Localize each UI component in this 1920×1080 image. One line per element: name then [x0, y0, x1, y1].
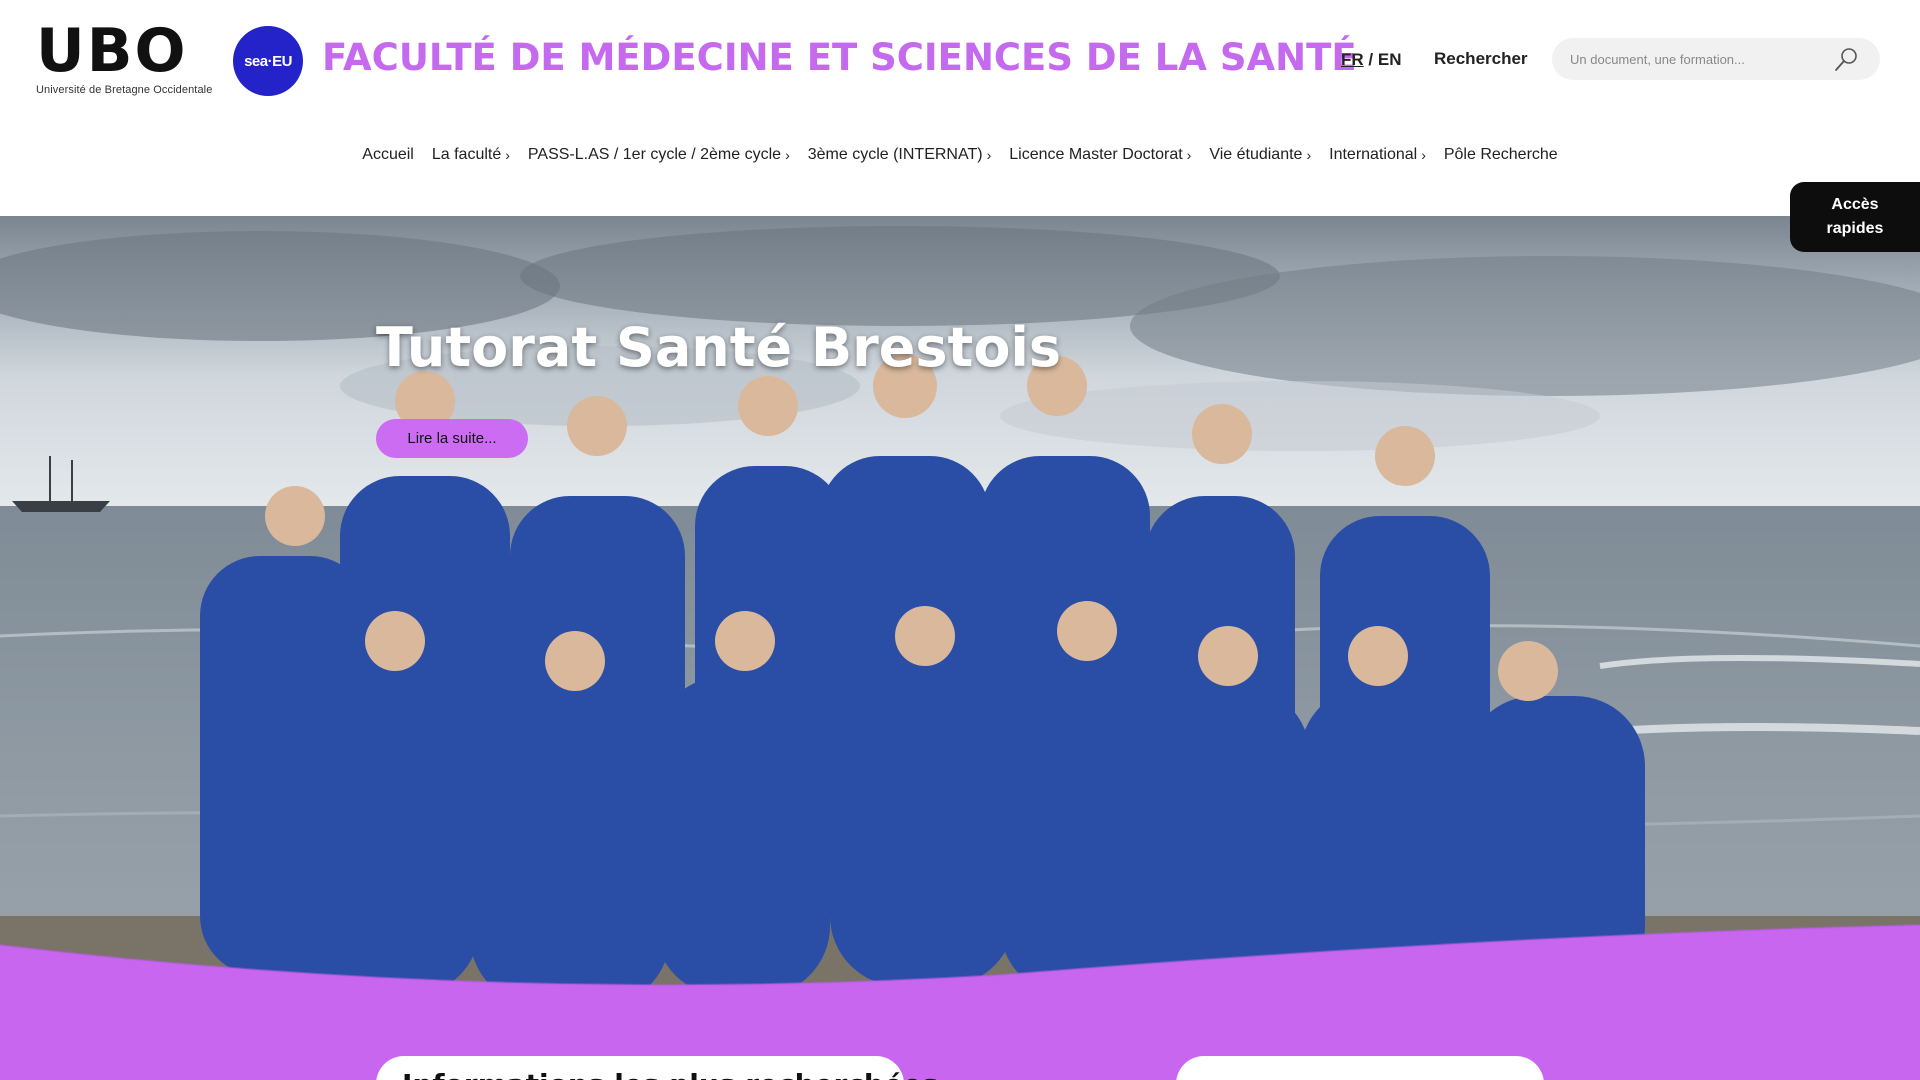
ubo-logo-mark: UBO: [36, 16, 188, 86]
chevron-right-icon: ›: [785, 147, 790, 163]
language-switcher: FR / EN: [1341, 50, 1402, 70]
most-searched-card: Informations les plus recherchées: [376, 1056, 939, 1080]
ubo-logo-subtitle: Université de Bretagne Occidentale: [36, 84, 213, 96]
nav-item-label: Licence Master Doctorat: [1009, 146, 1183, 163]
chevron-right-icon: ›: [1186, 147, 1192, 163]
chevron-right-icon: ›: [1421, 147, 1426, 163]
site-header: UBO Université de Bretagne Occidentale s…: [0, 0, 1920, 216]
nav-item-4[interactable]: Licence Master Doctorat ›: [1000, 146, 1200, 164]
quick-access-button[interactable]: Accès rapides: [1790, 182, 1920, 252]
nav-item-label: Accueil: [362, 146, 414, 163]
nav-item-label: Vie étudiante: [1209, 146, 1303, 163]
ubo-logo[interactable]: UBO Université de Bretagne Occidentale: [36, 16, 222, 100]
nav-item-6[interactable]: International ›: [1320, 146, 1435, 164]
nav-item-label: Pôle Recherche: [1443, 146, 1558, 163]
nav-item-label: 3ème cycle (INTERNAT): [807, 146, 983, 163]
search-icon[interactable]: [1832, 46, 1860, 74]
lang-en-link[interactable]: EN: [1378, 50, 1402, 69]
search-input[interactable]: [1552, 38, 1880, 80]
nav-item-label: International: [1329, 146, 1418, 163]
seaeu-logo[interactable]: sea·EU: [233, 26, 303, 96]
nav-item-1[interactable]: La faculté ›: [423, 146, 519, 164]
nav-item-label: PASS-L.AS / 1er cycle / 2ème cycle: [527, 146, 782, 163]
main-nav: Accueil La faculté › PASS-L.AS / 1er cycle …: [0, 146, 1920, 164]
nav-item-7[interactable]: Pôle Recherche: [1435, 146, 1567, 164]
quick-access-line2: rapides: [1826, 220, 1884, 237]
nav-item-0[interactable]: Accueil: [353, 146, 423, 164]
most-searched-title: Informations les plus recherchées: [402, 1068, 939, 1080]
chevron-right-icon: ›: [505, 147, 510, 163]
site-title[interactable]: FACULTÉ DE MÉDECINE ET SCIENCES DE LA SA…: [322, 36, 1357, 79]
hero-title: Tutorat Santé Brestois: [376, 316, 1062, 379]
search-label: Rechercher: [1434, 49, 1528, 68]
quick-access-line1: Accès: [1831, 196, 1879, 213]
nav-item-label: La faculté: [431, 146, 502, 163]
hero-banner: Tutorat Santé Brestois Lire la suite...: [0, 216, 1920, 1000]
nav-item-3[interactable]: 3ème cycle (INTERNAT) ›: [799, 146, 1001, 164]
purple-wave-band: [0, 924, 1920, 1080]
secondary-card: [1176, 1056, 1544, 1080]
chevron-right-icon: ›: [986, 147, 992, 163]
lang-fr-link[interactable]: FR: [1341, 50, 1364, 69]
chevron-right-icon: ›: [1306, 147, 1312, 163]
lang-separator: /: [1368, 50, 1374, 69]
nav-item-5[interactable]: Vie étudiante ›: [1200, 146, 1320, 164]
read-more-button[interactable]: Lire la suite...: [376, 419, 528, 458]
nav-item-2[interactable]: PASS-L.AS / 1er cycle / 2ème cycle ›: [519, 146, 799, 164]
